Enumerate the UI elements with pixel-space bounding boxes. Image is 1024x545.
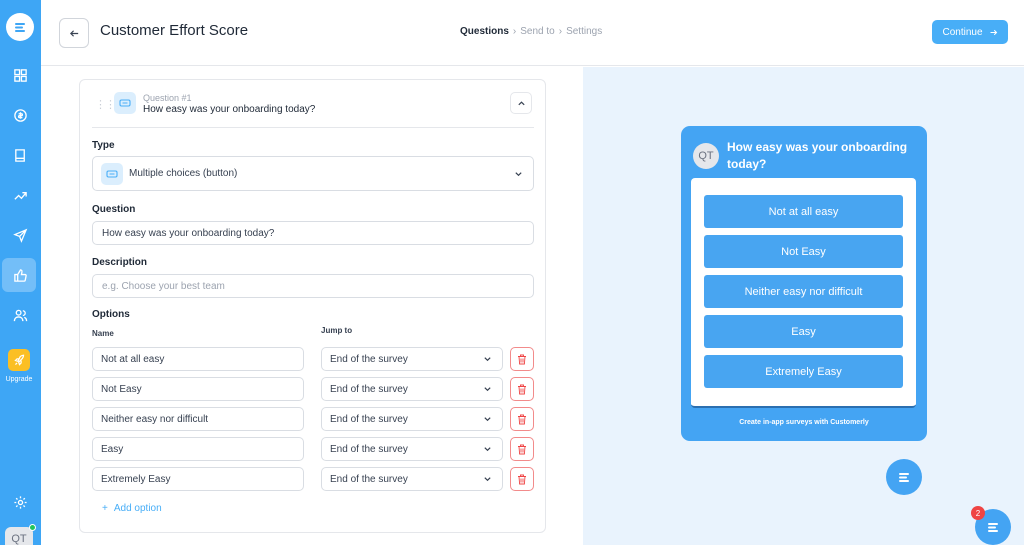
- jump-to-select[interactable]: End of the survey: [321, 377, 503, 401]
- continue-button[interactable]: Continue: [932, 20, 1008, 44]
- drag-handle-icon[interactable]: ⋮⋮: [95, 98, 116, 111]
- trash-icon: [518, 414, 526, 424]
- widget-question-title: How easy was your onboarding today?: [727, 140, 908, 171]
- online-status-dot: [29, 524, 36, 531]
- widget-choice-button[interactable]: Easy: [704, 315, 903, 348]
- step-separator: ›: [558, 26, 563, 37]
- chevron-down-icon: [515, 171, 522, 176]
- dashboard-icon[interactable]: [8, 63, 32, 87]
- add-option-button[interactable]: + Add option: [102, 503, 162, 514]
- delete-option-button[interactable]: [510, 467, 534, 491]
- chat-launcher-preview-icon: [886, 459, 922, 495]
- page-title: Customer Effort Score: [100, 22, 249, 39]
- widget-choice-button[interactable]: Not Easy: [704, 235, 903, 268]
- analytics-icon[interactable]: [8, 183, 32, 207]
- name-column-header: Name: [92, 329, 114, 338]
- campaigns-icon[interactable]: [8, 223, 32, 247]
- widget-choice-button[interactable]: Not at all easy: [704, 195, 903, 228]
- plus-icon: +: [102, 503, 108, 514]
- jump-to-select[interactable]: End of the survey: [321, 437, 503, 461]
- chevron-down-icon: [484, 417, 491, 422]
- question-heading: How easy was your onboarding today?: [143, 104, 316, 115]
- divider: [92, 127, 534, 128]
- button-type-icon: [114, 92, 136, 114]
- question-card: ⋮⋮ Question #1 How easy was your onboard…: [79, 79, 546, 533]
- delete-option-button[interactable]: [510, 377, 534, 401]
- option-name-input[interactable]: Neither easy nor difficult: [92, 407, 304, 431]
- jump-to-column-header: Jump to: [321, 326, 353, 335]
- jump-to-select[interactable]: End of the survey: [321, 407, 503, 431]
- description-label: Description: [92, 257, 148, 268]
- app-logo-icon[interactable]: [6, 13, 34, 41]
- widget-avatar: QT: [693, 143, 719, 169]
- trash-icon: [518, 354, 526, 364]
- upgrade-label[interactable]: Upgrade: [0, 376, 38, 383]
- jump-to-value: End of the survey: [330, 443, 408, 455]
- surveys-thumbs-up-icon[interactable]: [8, 263, 32, 287]
- jump-to-value: End of the survey: [330, 473, 408, 485]
- arrow-left-icon: [69, 29, 78, 37]
- step-questions[interactable]: Questions: [460, 26, 509, 37]
- trash-icon: [518, 474, 526, 484]
- widget-choice-button[interactable]: Extremely Easy: [704, 355, 903, 388]
- trash-icon: [518, 444, 526, 454]
- option-name-input[interactable]: Not Easy: [92, 377, 304, 401]
- option-name-input[interactable]: Extremely Easy: [92, 467, 304, 491]
- survey-widget-preview: QT How easy was your onboarding today? N…: [681, 126, 927, 441]
- jump-to-value: End of the survey: [330, 353, 408, 365]
- delete-option-button[interactable]: [510, 347, 534, 371]
- question-label: Question: [92, 204, 136, 215]
- widget-choices-container: Not at all easy Not Easy Neither easy no…: [691, 178, 916, 408]
- upgrade-rocket-icon[interactable]: [8, 349, 30, 371]
- widget-choice-button[interactable]: Neither easy nor difficult: [704, 275, 903, 308]
- unread-badge: 2: [971, 506, 985, 520]
- chevron-down-icon: [484, 477, 491, 482]
- question-text-input[interactable]: How easy was your onboarding today?: [92, 221, 534, 245]
- step-separator: ›: [512, 26, 517, 37]
- jump-to-select[interactable]: End of the survey: [321, 347, 503, 371]
- options-label: Options: [92, 309, 130, 320]
- type-label: Type: [92, 140, 115, 151]
- collapse-button[interactable]: [510, 92, 532, 114]
- delete-option-button[interactable]: [510, 407, 534, 431]
- chevron-up-icon: [517, 100, 525, 105]
- option-name-input[interactable]: Easy: [92, 437, 304, 461]
- jump-to-value: End of the survey: [330, 413, 408, 425]
- billing-icon[interactable]: [8, 103, 32, 127]
- survey-preview-panel: QT How easy was your onboarding today? N…: [583, 67, 1024, 545]
- jump-to-value: End of the survey: [330, 383, 408, 395]
- question-editor-panel: ⋮⋮ Question #1 How easy was your onboard…: [41, 67, 583, 545]
- question-type-select[interactable]: Multiple choices (button): [92, 156, 534, 191]
- step-settings[interactable]: Settings: [566, 26, 602, 37]
- jump-to-select[interactable]: End of the survey: [321, 467, 503, 491]
- contacts-icon[interactable]: [8, 303, 32, 327]
- breadcrumb-steps: Questions › Send to › Settings: [460, 26, 602, 37]
- continue-label: Continue: [942, 26, 983, 38]
- question-number: Question #1: [143, 93, 192, 103]
- add-option-label: Add option: [113, 503, 162, 514]
- chevron-down-icon: [484, 357, 491, 362]
- button-type-icon: [101, 162, 123, 185]
- chevron-down-icon: [484, 447, 491, 452]
- delete-option-button[interactable]: [510, 437, 534, 461]
- back-button[interactable]: [59, 18, 89, 48]
- chevron-down-icon: [484, 387, 491, 392]
- arrow-right-icon: [990, 29, 997, 35]
- type-select-value: Multiple choices (button): [129, 168, 238, 179]
- sidebar: Upgrade QT: [0, 0, 41, 545]
- description-input[interactable]: e.g. Choose your best team: [92, 274, 534, 298]
- settings-gear-icon[interactable]: [8, 490, 32, 514]
- knowledge-base-icon[interactable]: [8, 143, 32, 167]
- chat-icon: [988, 523, 998, 532]
- top-header: Customer Effort Score Questions › Send t…: [41, 0, 1024, 66]
- option-name-input[interactable]: Not at all easy: [92, 347, 304, 371]
- step-send-to[interactable]: Send to: [520, 26, 554, 37]
- widget-footer-text: Create in-app surveys with Customerly: [739, 419, 869, 426]
- trash-icon: [518, 384, 526, 394]
